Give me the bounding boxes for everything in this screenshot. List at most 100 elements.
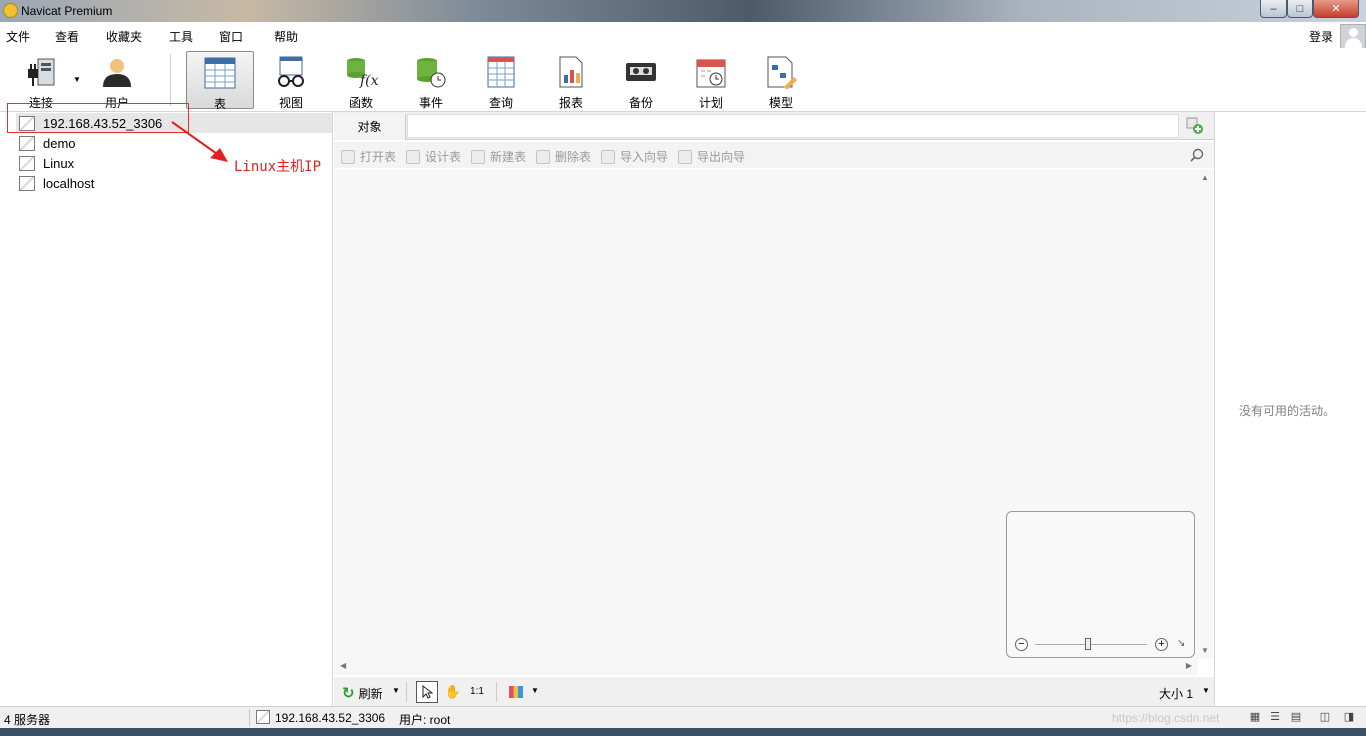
connect-button[interactable]: 连接 [7, 51, 75, 110]
refresh-label: 刷新 [358, 686, 383, 701]
info-panel: 没有可用的活动。 [1214, 112, 1366, 706]
chevron-down-icon[interactable]: ▼ [1202, 686, 1210, 695]
tab-objects[interactable]: 对象 [334, 114, 406, 140]
status-bar: 4 服务器 192.168.43.52_3306 用户: root https:… [0, 706, 1366, 728]
open-table-button[interactable]: 打开表 [341, 148, 396, 165]
info-pane-icon[interactable]: ◨ [1342, 710, 1356, 724]
export-wizard-label: 导出向导 [697, 150, 746, 164]
menu-tools[interactable]: 工具 [169, 28, 193, 45]
schedule-button[interactable]: 计划 [677, 51, 745, 110]
new-tab-icon[interactable] [1186, 117, 1204, 135]
design-table-button[interactable]: 设计表 [406, 148, 461, 165]
er-view-icon[interactable]: ◫ [1318, 710, 1332, 724]
user-button[interactable]: 用户 [83, 51, 151, 110]
view-label: 视图 [278, 96, 303, 110]
list-view-icon[interactable]: ☰ [1268, 710, 1282, 724]
backup-label: 备份 [628, 96, 653, 110]
title-bar: Navicat Premium – □ ✕ [0, 0, 1366, 22]
calendar-icon [696, 59, 726, 88]
delete-table-button[interactable]: 删除表 [536, 148, 591, 165]
table-label: 表 [213, 97, 226, 111]
backup-button[interactable]: 备份 [607, 51, 675, 110]
chevron-down-icon[interactable]: ▼ [531, 686, 539, 695]
open-table-label: 打开表 [360, 150, 397, 164]
scroll-down-icon[interactable]: ▼ [1201, 646, 1209, 655]
server-count: 4 服务器 [4, 713, 51, 727]
zoom-out-icon[interactable]: − [1015, 638, 1028, 651]
zoom-slider-track[interactable] [1035, 644, 1147, 645]
menu-help[interactable]: 帮助 [274, 28, 298, 45]
report-button[interactable]: 报表 [537, 51, 605, 110]
connection-label: localhost [43, 175, 95, 191]
annotation-label: Linux主机IP [234, 159, 322, 175]
import-wizard-button[interactable]: 导入向导 [601, 148, 668, 165]
connection-item-localhost[interactable]: localhost [16, 173, 332, 193]
zoom-in-icon[interactable]: + [1155, 638, 1168, 651]
menu-view[interactable]: 查看 [55, 28, 79, 45]
design-table-icon [406, 149, 420, 164]
table-button[interactable]: 表 [186, 51, 254, 111]
import-icon [601, 149, 615, 164]
new-table-button[interactable]: 新建表 [471, 148, 526, 165]
maximize-button[interactable]: □ [1287, 0, 1313, 18]
menu-favorites[interactable]: 收藏夹 [106, 28, 142, 45]
watermark-text: https://blog.csdn.net [1112, 711, 1220, 725]
refresh-button[interactable]: ↻ 刷新 [342, 684, 383, 702]
delete-table-label: 删除表 [555, 150, 592, 164]
view-glasses-icon [278, 56, 304, 87]
divider [406, 682, 407, 702]
design-table-label: 设计表 [425, 150, 462, 164]
menu-file[interactable]: 文件 [6, 28, 30, 45]
event-clock-icon [417, 58, 446, 88]
pointer-tool-button[interactable] [416, 681, 438, 703]
os-taskbar [0, 728, 1366, 736]
actual-size-button[interactable]: 1:1 [466, 681, 488, 703]
zoom-slider-thumb[interactable] [1085, 638, 1091, 650]
detail-view-icon[interactable]: ▤ [1289, 710, 1303, 724]
view-button[interactable]: 视图 [257, 51, 325, 110]
actual-size-label: 1:1 [470, 686, 484, 697]
export-wizard-button[interactable]: 导出向导 [678, 148, 745, 165]
annotation-arrow-icon [171, 121, 228, 162]
connection-icon [19, 175, 35, 191]
schedule-label: 计划 [698, 96, 723, 110]
menu-window[interactable]: 窗口 [219, 28, 243, 45]
report-label: 报表 [558, 96, 583, 110]
chevron-down-icon[interactable]: ▼ [73, 75, 81, 84]
resize-corner-icon[interactable]: ↘ [1177, 638, 1185, 649]
chevron-down-icon[interactable]: ▼ [392, 686, 400, 695]
object-tab-bar: 对象 [334, 112, 1214, 140]
no-activity-text: 没有可用的活动。 [1239, 404, 1336, 418]
scroll-right-icon[interactable]: ▶ [1186, 661, 1192, 670]
table-icon [204, 57, 236, 89]
refresh-icon: ↻ [342, 685, 355, 702]
event-button[interactable]: 事件 [397, 51, 465, 110]
query-button[interactable]: 查询 [467, 51, 535, 110]
hand-tool-button[interactable]: ✋ [442, 681, 464, 703]
navicat-logo-icon [3, 3, 18, 18]
user-icon [103, 59, 131, 87]
divider [249, 709, 250, 727]
color-palette-icon[interactable] [509, 686, 523, 698]
size-selector[interactable]: 大小 1 [1159, 685, 1193, 702]
grid-view-icon[interactable]: ▦ [1248, 710, 1262, 724]
model-icon [767, 56, 797, 89]
vertical-scrollbar[interactable]: ▲ ▼ [1198, 169, 1213, 659]
object-filter-field[interactable] [407, 114, 1179, 138]
close-button[interactable]: ✕ [1313, 0, 1359, 18]
function-button[interactable]: f(x) 函数 [327, 51, 395, 110]
scroll-left-icon[interactable]: ◀ [340, 661, 346, 670]
connection-tree: 192.168.43.52_3306 demo Linux localhost [0, 112, 333, 706]
minimize-button[interactable]: – [1260, 0, 1287, 18]
login-link[interactable]: 登录 [1309, 28, 1333, 45]
avatar[interactable] [1340, 24, 1366, 50]
query-icon [487, 56, 515, 88]
scroll-up-icon[interactable]: ▲ [1201, 173, 1209, 182]
import-wizard-label: 导入向导 [620, 150, 669, 164]
new-table-label: 新建表 [490, 150, 527, 164]
plug-icon [28, 58, 55, 86]
model-button[interactable]: 模型 [747, 51, 815, 110]
search-icon[interactable] [1190, 148, 1204, 162]
model-label: 模型 [768, 96, 793, 110]
horizontal-scrollbar[interactable]: ◀ ▶ [334, 659, 1198, 675]
